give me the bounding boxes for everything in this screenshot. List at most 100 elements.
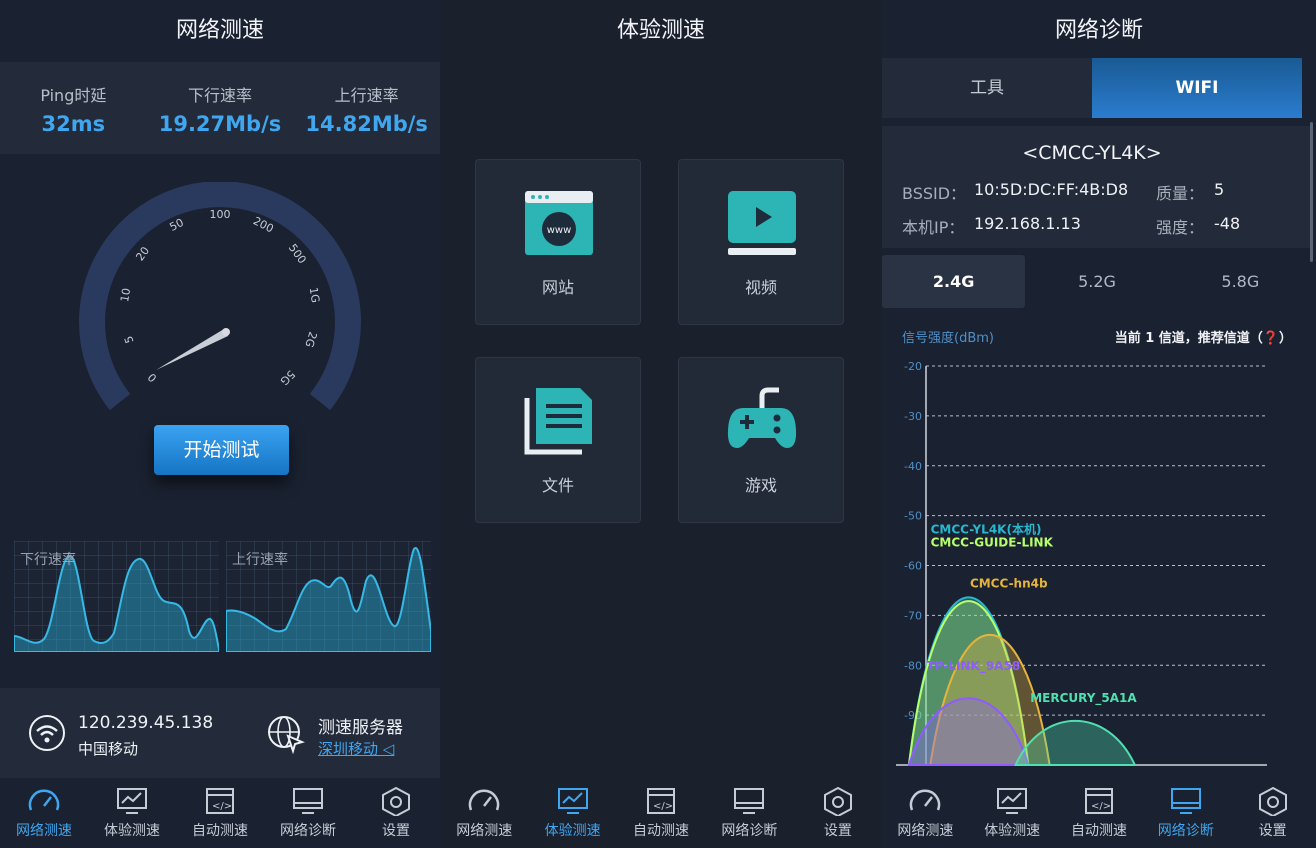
nav-label: 自动测速 (633, 823, 690, 839)
nav-label: 设置 (382, 823, 410, 839)
bssid-value: 10:5D:DC:FF:4B:D8 (974, 180, 1129, 199)
desktop-icon (293, 788, 323, 814)
series-label: MERCURY_5A1A (1030, 691, 1137, 706)
quality-label: 质量： (1156, 184, 1205, 203)
help-icon[interactable]: ❓ (1263, 331, 1279, 346)
tile-game[interactable]: 游戏 (678, 357, 844, 523)
bssid-label: BSSID： (902, 184, 967, 203)
gauge-needle (156, 329, 228, 370)
wifi-ssid: <CMCC-YL4K> (1022, 142, 1162, 164)
bottom-nav: 网络测速 体验测速 </> 自动测速 网络诊断 设置 (882, 778, 1316, 848)
file-icon (524, 388, 592, 455)
channel-note-end: ） (1278, 331, 1292, 346)
nav-experience[interactable]: 体验测速 (528, 778, 616, 848)
series-label: CMCC-GUIDE-LINK (931, 536, 1054, 550)
game-icon (727, 387, 797, 448)
download-stat: 下行速率 19.27Mb/s (147, 62, 294, 154)
tile-label: 游戏 (744, 476, 777, 495)
y-tick-label: -70 (904, 609, 922, 622)
series-label: CMCC-YL4K(本机) (931, 522, 1042, 537)
nav-speedtest[interactable]: 网络测速 (440, 778, 528, 848)
nav-label: 网络诊断 (1157, 823, 1214, 839)
band-5-8g[interactable]: 5.8G (1169, 255, 1312, 308)
upload-value: 14.82Mb/s (305, 112, 428, 136)
hexagon-gear-icon (823, 786, 852, 816)
nav-speedtest[interactable]: 网络测速 (882, 778, 969, 848)
network-info: 120.239.45.138 中国移动 测速服务器 深圳移动 ◁ (0, 688, 440, 780)
server-city-link[interactable]: 深圳移动 ◁ (318, 738, 394, 759)
speedometer-icon (468, 789, 500, 811)
y-tick-label: -80 (904, 659, 922, 672)
nav-diagnose[interactable]: 网络诊断 (264, 778, 352, 848)
scrollbar[interactable] (1310, 122, 1313, 262)
download-history-chart: 下行速率 (14, 541, 219, 652)
code-window-icon: </> (647, 788, 676, 814)
local-ip-value: 192.168.1.13 (974, 214, 1081, 233)
server-label: 测速服务器 (318, 718, 403, 738)
nav-auto[interactable]: </> 自动测速 (1056, 778, 1143, 848)
wifi-signal-chart: -20-30-40-50-60-70-80-90CMCC-YL4K(本机)CMC… (896, 360, 1267, 766)
tile-label: 文件 (541, 476, 574, 495)
tile-website[interactable]: www 网站 (475, 159, 641, 325)
svg-text:www: www (547, 225, 572, 236)
speed-summary: Ping时延 32ms 下行速率 19.27Mb/s 上行速率 14.82Mb/… (0, 62, 440, 154)
web-icon: www (525, 191, 593, 255)
nav-settings[interactable]: 设置 (1229, 778, 1316, 848)
speedometer-icon (28, 789, 60, 811)
nav-label: 网络测速 (897, 823, 954, 839)
y-tick-label: -20 (904, 360, 922, 373)
start-test-button[interactable]: 开始测试 (154, 425, 289, 475)
nav-label: 网络诊断 (721, 823, 778, 839)
bottom-nav: 网络测速 体验测速 </> 自动测速 网络诊断 设置 (440, 778, 882, 848)
wifi-icon (29, 715, 65, 751)
gauge-tick: 100 (210, 208, 231, 221)
public-ip: 120.239.45.138 (78, 713, 214, 733)
band-2-4g[interactable]: 2.4G (882, 255, 1026, 308)
tab-wifi[interactable]: WIFI (1092, 58, 1302, 118)
globe-icon (268, 716, 305, 754)
nav-speedtest[interactable]: 网络测速 (0, 778, 88, 848)
gauge-tick: 0 (145, 370, 159, 384)
y-tick-label: -40 (904, 460, 922, 473)
code-window-icon: </> (1084, 788, 1113, 814)
tile-video[interactable]: 视频 (678, 159, 844, 325)
nav-experience[interactable]: 体验测速 (88, 778, 176, 848)
band-5-2g[interactable]: 5.2G (1025, 255, 1168, 308)
speedometer-icon (910, 789, 941, 811)
diagnose-tabs: 工具 WIFI (882, 58, 1302, 118)
tile-label: 视频 (744, 278, 777, 297)
video-icon (728, 191, 796, 255)
nav-auto[interactable]: </> 自动测速 (617, 778, 705, 848)
monitor-chart-icon (557, 788, 588, 814)
page-title: 网络测速 (175, 18, 264, 43)
download-value: 19.27Mb/s (158, 112, 282, 136)
gauge-tick: 20 (133, 244, 152, 263)
series-label: TP-LINK_9A58 (927, 659, 1021, 674)
download-label: 下行速率 (188, 86, 253, 105)
nav-diagnose[interactable]: 网络诊断 (1142, 778, 1229, 848)
local-ip-label: 本机IP： (902, 218, 965, 237)
tile-file[interactable]: 文件 (475, 357, 641, 523)
channel-note-text: 当前 1 信道，推荐信道（ (1114, 331, 1263, 346)
gauge-tick-labels: 05102050100 2005001G2G5G (118, 208, 322, 388)
page-title: 网络诊断 (1054, 18, 1143, 43)
experience-panel: 体验测速 www 网站 视频 文件 游戏 网络测速 体验测速 </> 自动测速 … (440, 0, 882, 848)
nav-settings[interactable]: 设置 (794, 778, 882, 848)
nav-settings[interactable]: 设置 (352, 778, 440, 848)
nav-auto[interactable]: </> 自动测速 (176, 778, 264, 848)
gauge-tick: 50 (167, 216, 185, 234)
svg-text:</>: </> (212, 801, 232, 812)
nav-label: 自动测速 (192, 823, 248, 839)
y-tick-label: -30 (904, 410, 922, 423)
nav-label: 体验测速 (544, 823, 601, 839)
tile-label: 网站 (541, 278, 574, 297)
code-window-icon: </> (206, 788, 234, 814)
page-title: 体验测速 (616, 18, 705, 43)
nav-experience[interactable]: 体验测速 (969, 778, 1056, 848)
tab-tools[interactable]: 工具 (882, 58, 1092, 118)
chart-y-label: 信号强度(dBm) (902, 331, 994, 346)
operator-name: 中国移动 (78, 740, 139, 758)
nav-diagnose[interactable]: 网络诊断 (705, 778, 793, 848)
nav-label: 网络诊断 (280, 823, 336, 839)
upload-label: 上行速率 (334, 86, 399, 105)
